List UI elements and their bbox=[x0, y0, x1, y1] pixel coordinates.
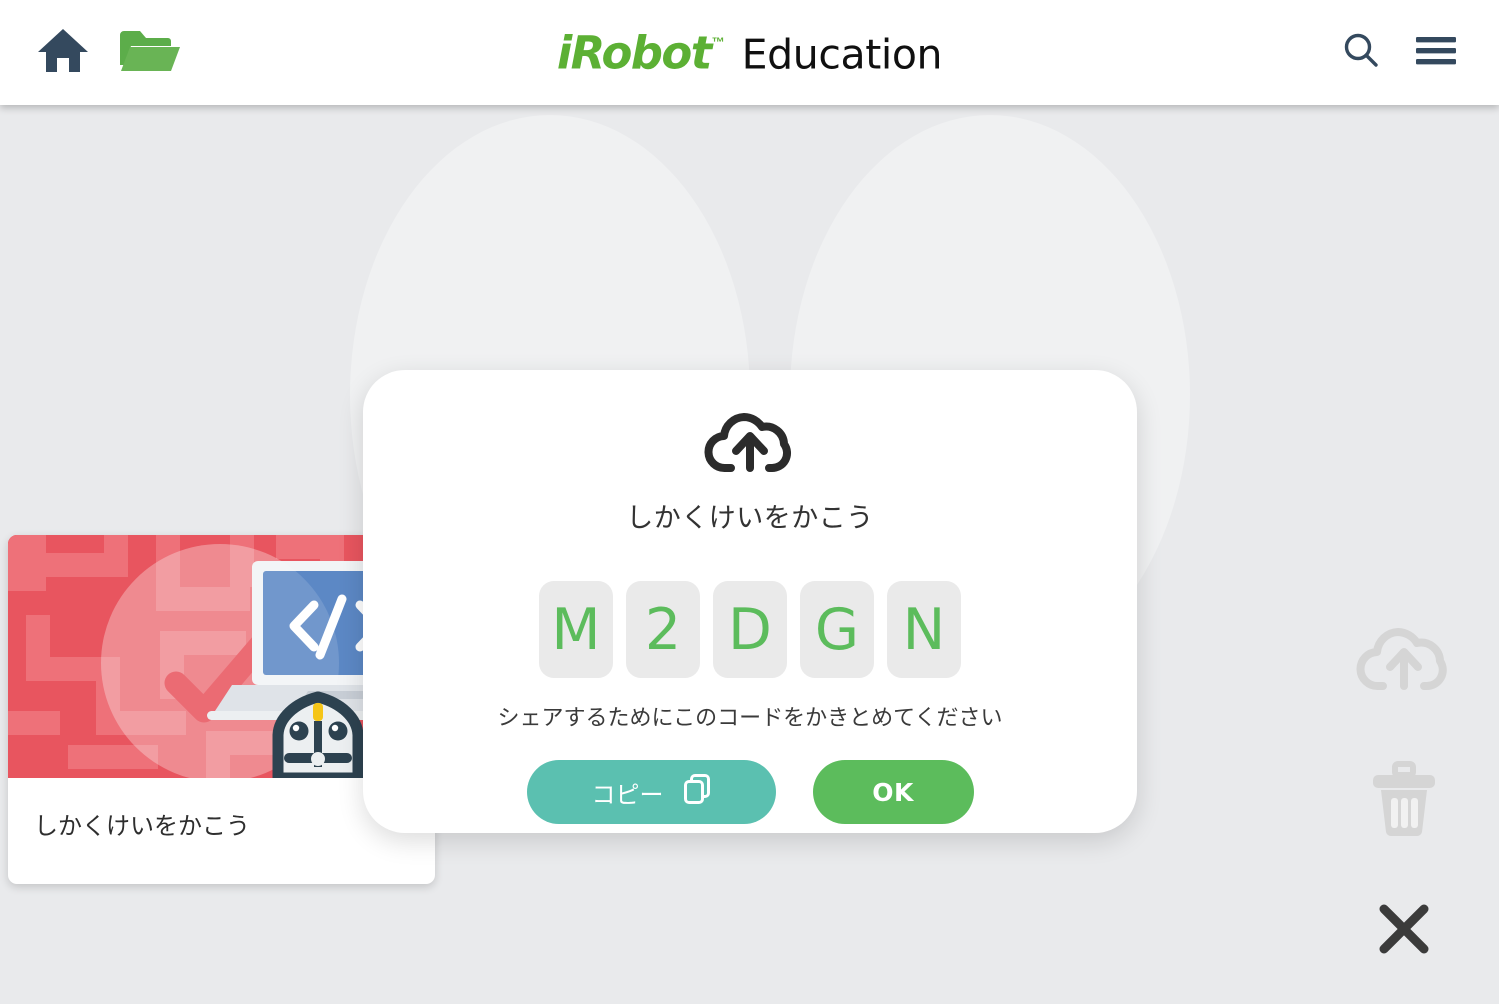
hamburger-menu-icon bbox=[1415, 35, 1457, 70]
ok-button[interactable]: OK bbox=[812, 760, 974, 824]
trash-icon bbox=[1368, 761, 1440, 842]
brand-irobot-text: iRobot bbox=[556, 26, 712, 79]
share-code-display: M 2 D G N bbox=[539, 581, 961, 678]
copy-icon bbox=[683, 774, 711, 810]
search-icon bbox=[1341, 31, 1381, 74]
code-char-3: D bbox=[713, 581, 787, 678]
share-code-modal: しかくけいをかこう M 2 D G N シェアするためにこのコードをかきとめてく… bbox=[363, 370, 1137, 833]
brand-trademark-symbol: ™ bbox=[711, 34, 725, 49]
copy-button-label: コピー bbox=[591, 780, 664, 809]
cloud-upload-icon bbox=[1356, 622, 1452, 701]
code-char-5: N bbox=[887, 581, 961, 678]
code-char-1: M bbox=[539, 581, 613, 678]
brand-education-text: Education bbox=[741, 30, 943, 78]
modal-action-buttons: コピー OK bbox=[526, 760, 974, 824]
modal-hint-text: シェアするためにこのコードをかきとめてください bbox=[497, 706, 1003, 731]
home-icon bbox=[36, 27, 90, 78]
copy-code-button[interactable]: コピー bbox=[526, 760, 776, 824]
ok-button-label: OK bbox=[872, 777, 914, 807]
topbar-right-group bbox=[1341, 31, 1499, 74]
rail-upload-button[interactable] bbox=[1356, 622, 1452, 701]
action-rail bbox=[1356, 622, 1452, 959]
folder-open-icon bbox=[118, 27, 182, 78]
code-char-4: G bbox=[800, 581, 874, 678]
close-icon bbox=[1377, 902, 1431, 959]
code-char-2: 2 bbox=[626, 581, 700, 678]
topbar-left-group bbox=[0, 27, 182, 78]
projects-folder-button[interactable] bbox=[118, 27, 182, 78]
search-button[interactable] bbox=[1341, 31, 1381, 74]
rail-close-button[interactable] bbox=[1377, 902, 1431, 959]
modal-cloud-upload-icon bbox=[702, 407, 798, 482]
modal-title: しかくけいをかこう bbox=[626, 503, 874, 534]
menu-button[interactable] bbox=[1415, 35, 1457, 70]
top-navigation-bar: iRobot ™ Education bbox=[0, 0, 1499, 105]
home-button[interactable] bbox=[36, 27, 90, 78]
workspace-background: しかくけいをかこう しかくけいをかこう M 2 D G N シェアするためにこの… bbox=[0, 105, 1499, 1004]
rail-delete-button[interactable] bbox=[1368, 761, 1440, 842]
brand-logo: iRobot ™ Education bbox=[0, 30, 1499, 75]
